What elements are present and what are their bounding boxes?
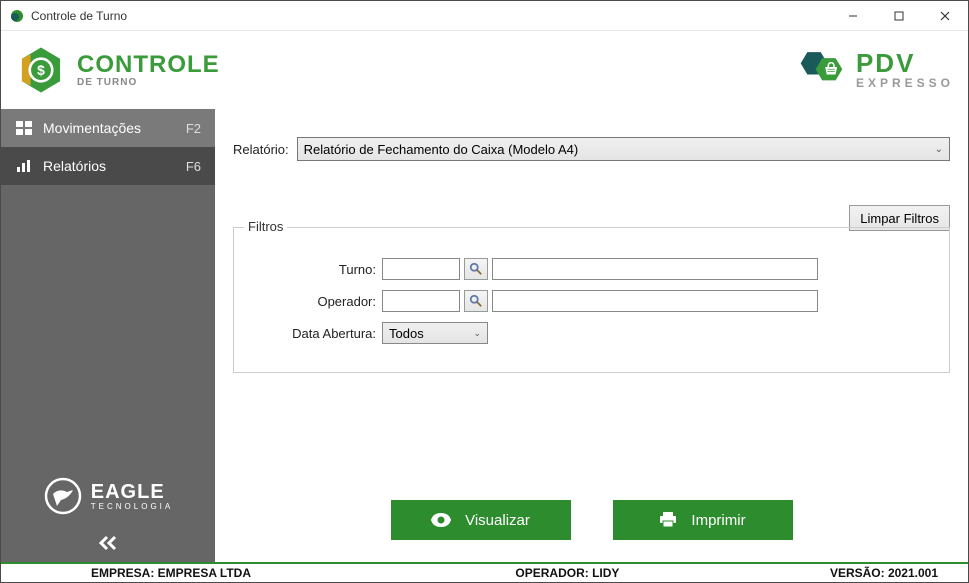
report-select-value: Relatório de Fechamento do Caixa (Modelo…	[304, 142, 579, 157]
eagle-title: EAGLE	[91, 482, 173, 502]
sidebar-item-label: Relatórios	[43, 158, 186, 174]
magnifier-icon	[469, 262, 483, 276]
app-icon	[9, 8, 25, 24]
status-empresa: EMPRESA: EMPRESA LTDA	[1, 566, 435, 580]
logo-controle-subtitle: DE TURNO	[77, 77, 220, 88]
sidebar-item-label: Movimentações	[43, 120, 186, 136]
visualizar-button[interactable]: Visualizar	[391, 500, 571, 540]
eagle-icon	[43, 476, 83, 516]
filters-fieldset: Filtros Turno: Operador: Data Abertura:	[233, 227, 950, 373]
status-operador: OPERADOR: LIDY	[435, 566, 700, 580]
visualizar-label: Visualizar	[465, 512, 530, 529]
logo-controle-title: CONTROLE	[77, 53, 220, 77]
logo-pdv-subtitle: EXPRESSO	[856, 76, 954, 90]
data-abertura-select[interactable]: Todos ⌄	[382, 322, 488, 344]
chevron-down-icon: ⌄	[473, 328, 481, 339]
maximize-button[interactable]	[876, 1, 922, 31]
header: $ CONTROLE DE TURNO PDV EXPRESSO	[1, 31, 968, 109]
status-versao: VERSÃO: 2021.001	[700, 566, 968, 580]
operador-code-input[interactable]	[382, 290, 460, 312]
close-button[interactable]	[922, 1, 968, 31]
window-title: Controle de Turno	[31, 9, 830, 23]
turno-code-input[interactable]	[382, 258, 460, 280]
imprimir-button[interactable]: Imprimir	[613, 500, 793, 540]
chevron-down-icon: ⌄	[935, 144, 943, 155]
filters-legend: Filtros	[244, 219, 287, 234]
logo-pdv-title: PDV	[856, 50, 954, 76]
report-select[interactable]: Relatório de Fechamento do Caixa (Modelo…	[297, 137, 950, 161]
turno-label: Turno:	[252, 262, 382, 277]
eye-icon	[431, 513, 451, 527]
sidebar-item-relatorios[interactable]: Relatórios F6	[1, 147, 215, 185]
main-content: Relatório: Relatório de Fechamento do Ca…	[215, 109, 968, 562]
chevron-double-left-icon	[98, 535, 118, 551]
operador-search-button[interactable]	[464, 290, 488, 312]
sidebar-item-key: F6	[186, 159, 201, 174]
hex-basket-icon	[794, 44, 846, 96]
svg-text:$: $	[37, 62, 45, 78]
imprimir-label: Imprimir	[691, 512, 745, 529]
turno-name-input[interactable]	[492, 258, 818, 280]
operador-name-input[interactable]	[492, 290, 818, 312]
logo-controle: $ CONTROLE DE TURNO	[15, 44, 220, 96]
magnifier-icon	[469, 294, 483, 308]
logo-pdv: PDV EXPRESSO	[794, 44, 954, 96]
turno-search-button[interactable]	[464, 258, 488, 280]
data-abertura-value: Todos	[389, 326, 424, 341]
hex-dollar-icon: $	[15, 44, 67, 96]
sidebar: Movimentações F2 Relatórios F6 EAGLE TEC…	[1, 109, 215, 562]
eagle-logo: EAGLE TECNOLOGIA	[1, 462, 215, 524]
eagle-subtitle: TECNOLOGIA	[91, 502, 173, 511]
sidebar-item-movimentacoes[interactable]: Movimentações F2	[1, 109, 215, 147]
minimize-button[interactable]	[830, 1, 876, 31]
operador-label: Operador:	[252, 294, 382, 309]
sidebar-item-key: F2	[186, 121, 201, 136]
chart-icon	[15, 159, 33, 173]
data-abertura-label: Data Abertura:	[252, 326, 382, 341]
titlebar: Controle de Turno	[1, 1, 968, 31]
grid-icon	[15, 121, 33, 135]
report-label: Relatório:	[233, 142, 289, 157]
collapse-sidebar-button[interactable]	[1, 524, 215, 562]
status-bar: EMPRESA: EMPRESA LTDA OPERADOR: LIDY VER…	[1, 562, 968, 582]
printer-icon	[659, 512, 677, 528]
